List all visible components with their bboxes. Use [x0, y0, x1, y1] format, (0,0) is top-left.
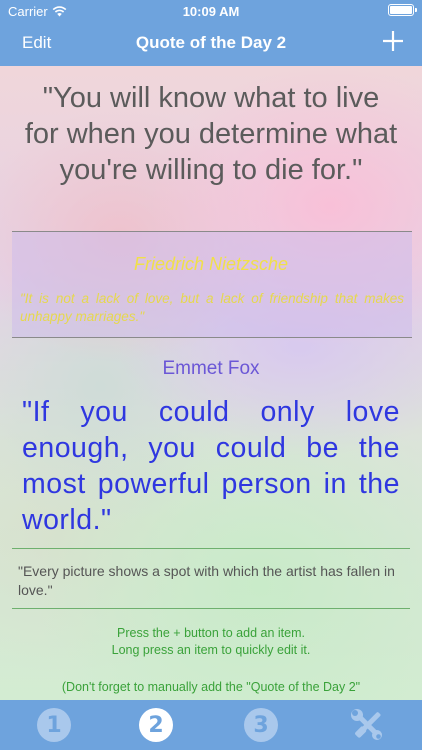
number-3-icon: 3	[244, 708, 278, 742]
divider	[12, 231, 412, 232]
tools-icon	[351, 709, 382, 740]
status-bar: Carrier 10:09 AM	[0, 0, 422, 22]
divider	[12, 608, 410, 609]
battery-icon	[388, 4, 417, 16]
quote-list[interactable]: "You will know what to live for when you…	[0, 66, 422, 700]
divider	[12, 337, 412, 338]
quote-text-2[interactable]: "It is not a lack of love, but a lack of…	[20, 290, 404, 326]
help-line-2: Long press an item to quickly edit it.	[111, 643, 311, 657]
status-time: 10:09 AM	[182, 4, 240, 19]
page-title: Quote of the Day 2	[135, 33, 287, 52]
quote-text-4[interactable]: "Every picture shows a spot with which t…	[18, 562, 406, 600]
help-text: Press the + button to add an item. Long …	[0, 625, 422, 659]
quote-text-3[interactable]: "If you could only love enough, you coul…	[22, 394, 400, 538]
tab-bar: 1 2 3	[0, 700, 422, 750]
quote-text-1[interactable]: "You will know what to live for when you…	[22, 80, 400, 188]
tab-tools[interactable]	[350, 709, 384, 741]
number-2-icon: 2	[139, 708, 173, 742]
quote-author-2[interactable]: Friedrich Nietzsche	[0, 254, 422, 275]
tab-3[interactable]: 3	[244, 708, 278, 742]
tab-1[interactable]: 1	[37, 708, 71, 742]
reminder-text: (Don't forget to manually add the "Quote…	[61, 680, 361, 694]
number-1-icon: 1	[37, 708, 71, 742]
help-line-1: Press the + button to add an item.	[117, 626, 305, 640]
quote-author-3[interactable]: Emmet Fox	[0, 358, 422, 380]
plus-icon[interactable]	[380, 28, 406, 54]
divider	[12, 548, 410, 549]
edit-button[interactable]: Edit	[22, 33, 51, 53]
navigation-bar: Edit Quote of the Day 2	[0, 22, 422, 66]
tab-2[interactable]: 2	[139, 708, 173, 742]
